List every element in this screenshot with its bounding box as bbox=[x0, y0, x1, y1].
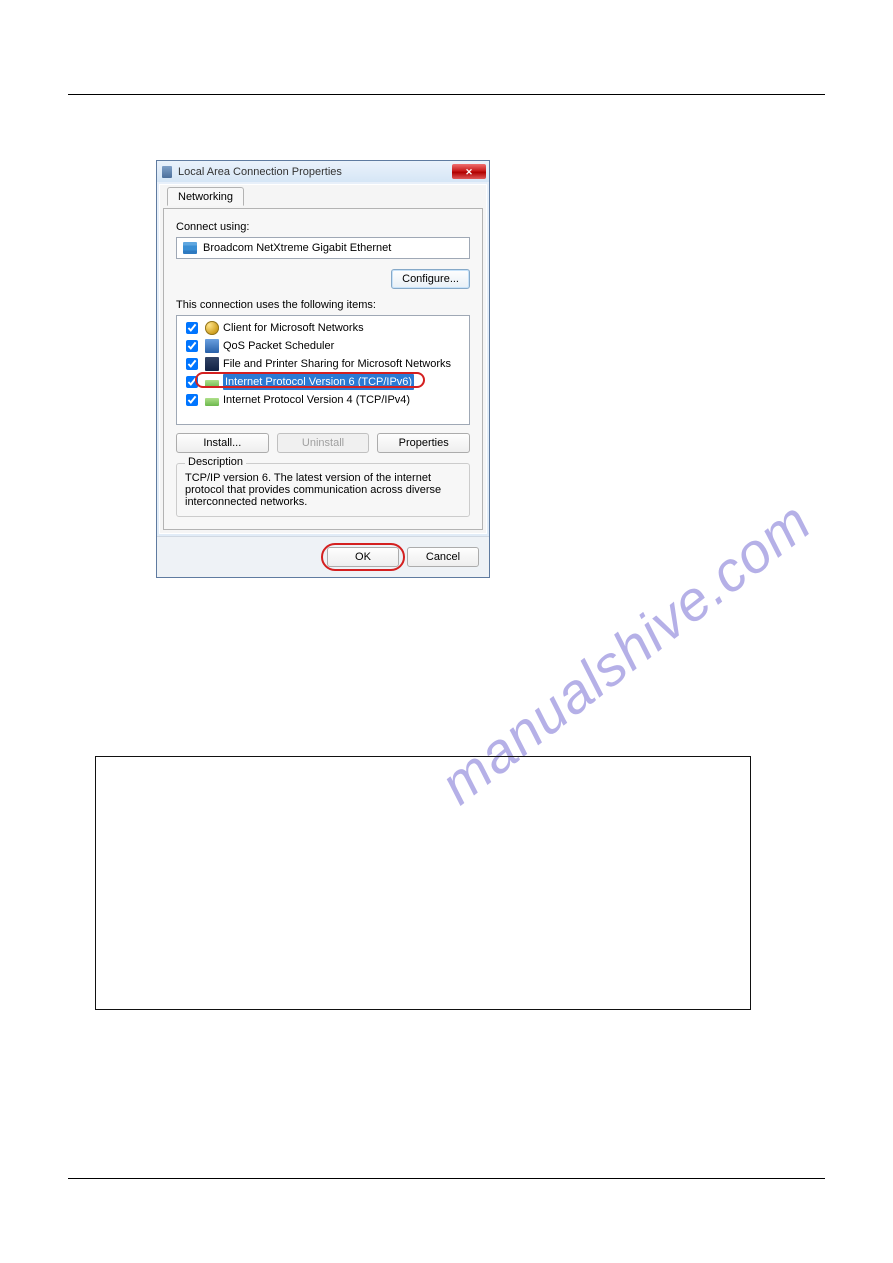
description-groupbox: Description TCP/IP version 6. The latest… bbox=[176, 463, 470, 517]
window-title: Local Area Connection Properties bbox=[178, 166, 342, 178]
file-share-icon bbox=[205, 357, 219, 371]
lan-properties-dialog: Local Area Connection Properties ✕ Netwo… bbox=[156, 160, 490, 578]
connect-using-label: Connect using: bbox=[176, 221, 470, 233]
item-checkbox[interactable] bbox=[186, 340, 198, 352]
adapter-name: Broadcom NetXtreme Gigabit Ethernet bbox=[203, 242, 391, 254]
item-label: File and Printer Sharing for Microsoft N… bbox=[223, 356, 451, 372]
description-text: TCP/IP version 6. The latest version of … bbox=[185, 472, 461, 508]
item-checkbox[interactable] bbox=[186, 358, 198, 370]
item-label: Client for Microsoft Networks bbox=[223, 320, 364, 336]
footer-rule bbox=[68, 1178, 825, 1179]
item-checkbox[interactable] bbox=[186, 322, 198, 334]
cancel-button[interactable]: Cancel bbox=[407, 547, 479, 567]
list-item[interactable]: QoS Packet Scheduler bbox=[182, 337, 464, 355]
list-item[interactable]: Client for Microsoft Networks bbox=[182, 319, 464, 337]
items-label: This connection uses the following items… bbox=[176, 299, 470, 311]
adapter-field: Broadcom NetXtreme Gigabit Ethernet bbox=[176, 237, 470, 259]
dialog-footer: OK Cancel bbox=[157, 536, 489, 577]
item-label: Internet Protocol Version 4 (TCP/IPv4) bbox=[223, 392, 410, 408]
close-button[interactable]: ✕ bbox=[452, 164, 486, 179]
list-item[interactable]: Internet Protocol Version 6 (TCP/IPv6) bbox=[182, 373, 464, 391]
qos-icon bbox=[205, 339, 219, 353]
tab-networking[interactable]: Networking bbox=[167, 187, 244, 206]
header-rule bbox=[68, 94, 825, 95]
list-item[interactable]: File and Printer Sharing for Microsoft N… bbox=[182, 355, 464, 373]
item-checkbox[interactable] bbox=[186, 394, 198, 406]
annotation-red-oval bbox=[195, 372, 425, 388]
items-listbox[interactable]: Client for Microsoft Networks QoS Packet… bbox=[176, 315, 470, 425]
description-legend: Description bbox=[185, 456, 246, 468]
note-frame bbox=[95, 756, 751, 1010]
protocol-icon bbox=[205, 398, 219, 406]
client-networks-icon bbox=[205, 321, 219, 335]
list-item[interactable]: Internet Protocol Version 4 (TCP/IPv4) bbox=[182, 391, 464, 409]
uninstall-button: Uninstall bbox=[277, 433, 370, 453]
install-button[interactable]: Install... bbox=[176, 433, 269, 453]
tab-panel: Connect using: Broadcom NetXtreme Gigabi… bbox=[163, 208, 483, 530]
configure-button[interactable]: Configure... bbox=[391, 269, 470, 289]
window-icon bbox=[162, 166, 172, 178]
nic-icon bbox=[183, 242, 197, 254]
item-label: QoS Packet Scheduler bbox=[223, 338, 334, 354]
titlebar: Local Area Connection Properties ✕ bbox=[157, 161, 489, 182]
annotation-red-oval bbox=[321, 543, 405, 571]
properties-button[interactable]: Properties bbox=[377, 433, 470, 453]
dialog-body: Networking Connect using: Broadcom NetXt… bbox=[159, 184, 487, 534]
